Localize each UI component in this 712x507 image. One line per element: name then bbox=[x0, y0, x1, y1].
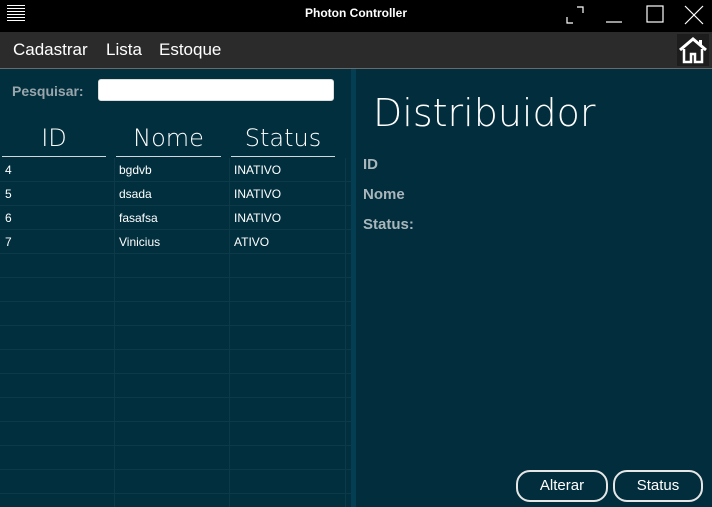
empty-row bbox=[0, 494, 351, 507]
column-header-id[interactable]: ID bbox=[2, 121, 106, 157]
empty-row bbox=[0, 302, 351, 326]
menu-item-lista[interactable]: Lista bbox=[106, 40, 142, 60]
table-row[interactable]: 6 fasafsa INATIVO bbox=[0, 206, 351, 230]
column-header-status[interactable]: Status bbox=[231, 121, 335, 157]
menu-item-estoque[interactable]: Estoque bbox=[159, 40, 221, 60]
home-icon bbox=[679, 37, 707, 64]
minimize-icon[interactable] bbox=[603, 4, 625, 26]
cell-status: INATIVO bbox=[234, 163, 282, 177]
fullscreen-icon[interactable] bbox=[564, 4, 586, 26]
cell-id: 5 bbox=[5, 187, 12, 201]
column-header-nome[interactable]: Nome bbox=[116, 121, 221, 157]
empty-row bbox=[0, 278, 351, 302]
cell-nome: bgdvb bbox=[119, 163, 152, 177]
cell-id: 4 bbox=[5, 163, 12, 177]
cell-status: INATIVO bbox=[234, 211, 282, 225]
title-bar: Photon Controller bbox=[0, 0, 712, 32]
detail-label-id: ID bbox=[363, 156, 378, 173]
menu-item-cadastrar[interactable]: Cadastrar bbox=[13, 40, 88, 60]
distribuidor-table: ID Nome Status 4 bgdvb INATIVO 5 dsada I… bbox=[0, 121, 351, 507]
detail-panel: Distribuidor ID Nome Status: Alterar Sta… bbox=[356, 69, 712, 507]
search-input[interactable] bbox=[98, 79, 334, 101]
list-panel: Pesquisar: ID Nome Status 4 bgdvb INATIV… bbox=[0, 69, 351, 507]
search-label: Pesquisar: bbox=[12, 83, 84, 99]
cell-nome: fasafsa bbox=[119, 211, 158, 225]
empty-row bbox=[0, 374, 351, 398]
empty-row bbox=[0, 326, 351, 350]
table-row[interactable]: 4 bgdvb INATIVO bbox=[0, 158, 351, 182]
detail-title: Distribuidor bbox=[373, 91, 596, 135]
menu-bar: Cadastrar Lista Estoque bbox=[0, 32, 712, 69]
cell-id: 6 bbox=[5, 211, 12, 225]
close-icon[interactable] bbox=[683, 4, 705, 26]
empty-row bbox=[0, 446, 351, 470]
cell-id: 7 bbox=[5, 235, 12, 249]
detail-label-nome: Nome bbox=[363, 186, 405, 203]
home-button[interactable] bbox=[677, 34, 709, 66]
empty-row bbox=[0, 398, 351, 422]
cell-nome: Vinicius bbox=[119, 235, 161, 249]
alterar-button[interactable]: Alterar bbox=[516, 470, 608, 502]
table-body: 4 bgdvb INATIVO 5 dsada INATIVO 6 fasafs… bbox=[0, 158, 351, 507]
table-row[interactable]: 7 Vinicius ATIVO bbox=[0, 230, 351, 254]
detail-label-status: Status: bbox=[363, 216, 414, 233]
empty-row bbox=[0, 254, 351, 278]
empty-row bbox=[0, 350, 351, 374]
table-row[interactable]: 5 dsada INATIVO bbox=[0, 182, 351, 206]
maximize-icon[interactable] bbox=[644, 4, 666, 26]
empty-row bbox=[0, 470, 351, 494]
status-button[interactable]: Status bbox=[613, 470, 703, 502]
cell-nome: dsada bbox=[119, 187, 152, 201]
cell-status: ATIVO bbox=[234, 235, 270, 249]
cell-status: INATIVO bbox=[234, 187, 282, 201]
empty-row bbox=[0, 422, 351, 446]
